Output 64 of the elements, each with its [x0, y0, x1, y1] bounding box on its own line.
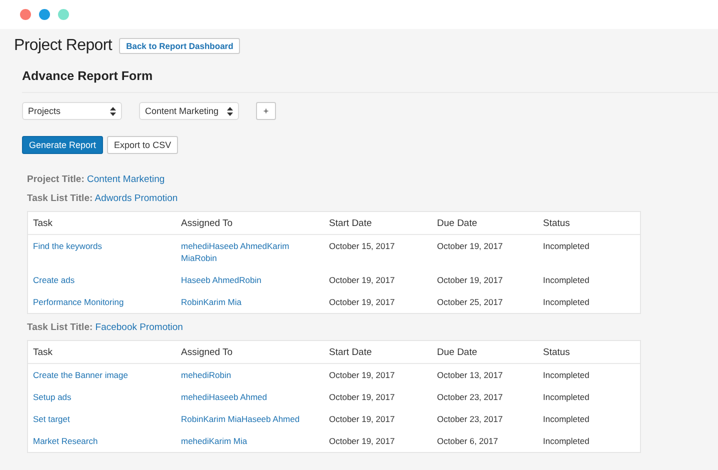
task-link[interactable]: Setup ads [33, 391, 72, 403]
start-date: October 19, 2017 [329, 369, 395, 381]
due-date: October 25, 2017 [437, 296, 503, 308]
column-header: Task [33, 346, 53, 358]
assignee-link[interactable]: mehediRobin [181, 369, 232, 381]
minimize-dot-icon[interactable] [39, 9, 50, 20]
due-date: October 23, 2017 [437, 413, 503, 425]
export-button[interactable]: Export to CSV [107, 136, 178, 154]
start-date: October 19, 2017 [329, 391, 395, 403]
task-list-link[interactable]: Facebook Promotion [95, 322, 183, 333]
close-dot-icon[interactable] [20, 9, 31, 20]
task-list-label: Task List Title: [27, 322, 93, 333]
task-link[interactable]: Performance Monitoring [33, 296, 124, 308]
form-title: Advance Report Form [22, 69, 718, 93]
column-header: Status [543, 346, 570, 358]
task-list-label: Task List Title: [27, 193, 93, 204]
column-header: Assigned To [181, 218, 233, 228]
task-list-link[interactable]: Adwords Promotion [94, 193, 178, 204]
start-date: October 19, 2017 [329, 274, 395, 286]
maximize-dot-icon[interactable] [58, 9, 69, 20]
column-header: Due Date [437, 218, 478, 228]
column-header: Assigned To [181, 346, 233, 358]
up-down-arrows-icon [110, 106, 116, 116]
assignee-link[interactable]: Haseeb AhmedRobin [181, 274, 262, 286]
task-link[interactable]: Set target [33, 413, 70, 425]
due-date: October 6, 2017 [437, 435, 498, 447]
start-date: October 15, 2017 [329, 240, 395, 253]
status-text: Incompleted [543, 435, 590, 447]
start-date: October 19, 2017 [329, 296, 395, 308]
status-text: Incompleted [543, 240, 590, 253]
project-label: Project Title: [27, 174, 84, 185]
task-link[interactable]: Create the Banner image [33, 369, 128, 381]
status-text: Incompleted [543, 391, 590, 403]
up-down-arrows-icon [227, 106, 233, 116]
back-button[interactable]: Back to Report Dashboard [119, 38, 240, 54]
page-title: Project Report [14, 37, 112, 55]
column-header: Start Date [329, 218, 372, 228]
status-text: Incompleted [543, 413, 590, 425]
status-text: Incompleted [543, 369, 590, 381]
column-header: Status [543, 218, 570, 228]
task-link[interactable]: Create ads [33, 274, 75, 286]
due-date: October 13, 2017 [437, 369, 503, 381]
assignee-link[interactable]: mehediHaseeb AhmedKarim MiaRobin [181, 240, 311, 264]
due-date: October 23, 2017 [437, 391, 503, 403]
status-text: Incompleted [543, 296, 590, 308]
assignee-link[interactable]: RobinKarim Mia [181, 296, 242, 308]
assignee-link[interactable]: mehediKarim Mia [181, 435, 248, 447]
start-date: October 19, 2017 [329, 413, 395, 425]
column-header: Task [33, 218, 53, 228]
due-date: October 19, 2017 [437, 240, 503, 253]
status-text: Incompleted [543, 274, 590, 286]
column-header: Start Date [329, 346, 372, 358]
assignee-link[interactable]: mehediHaseeb Ahmed [181, 391, 268, 403]
assignee-link[interactable]: RobinKarim MiaHaseeb Ahmed [181, 413, 300, 425]
due-date: October 19, 2017 [437, 274, 503, 286]
task-link[interactable]: Find the keywords [33, 240, 102, 264]
column-header: Due Date [437, 346, 478, 358]
add-button[interactable]: + [256, 102, 276, 120]
dropdown[interactable]: Projects [22, 102, 122, 120]
generate-report-button[interactable]: Generate Report [22, 136, 104, 154]
dropdown[interactable]: Content Marketing [139, 102, 239, 120]
start-date: October 19, 2017 [329, 435, 395, 447]
project-link[interactable]: Content Marketing [87, 174, 165, 185]
task-link[interactable]: Market Research [33, 435, 98, 447]
